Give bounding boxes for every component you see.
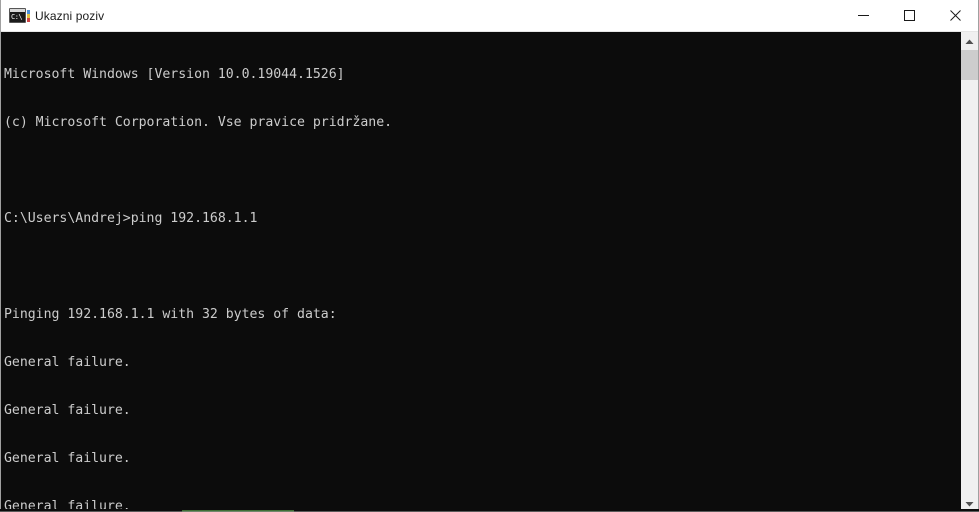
minimize-icon bbox=[857, 10, 869, 21]
scroll-up-button[interactable] bbox=[961, 32, 978, 49]
scroll-up-icon bbox=[965, 32, 974, 50]
minimize-button[interactable] bbox=[840, 0, 886, 31]
console-line: General failure. bbox=[4, 451, 131, 466]
window-titlebar[interactable]: C:\ Ukazni poziv bbox=[1, 0, 978, 32]
titlebar-left-group: C:\ Ukazni poziv bbox=[1, 0, 104, 31]
vertical-scrollbar[interactable] bbox=[960, 32, 978, 511]
close-icon bbox=[949, 10, 961, 21]
console-line: Microsoft Windows [Version 10.0.19044.15… bbox=[4, 67, 345, 82]
console-line-command: C:\Users\Andrej>ping 192.168.1.1 bbox=[4, 211, 258, 226]
console-line: General failure. bbox=[4, 355, 131, 370]
close-button[interactable] bbox=[932, 0, 978, 31]
scrollbar-thumb[interactable] bbox=[961, 50, 978, 80]
maximize-button[interactable] bbox=[886, 0, 932, 31]
console-line: Pinging 192.168.1.1 with 32 bytes of dat… bbox=[4, 307, 337, 322]
console-output[interactable]: Microsoft Windows [Version 10.0.19044.15… bbox=[1, 32, 960, 511]
command-prompt-window: C:\ Ukazni poziv Microsoft Windows [Vers… bbox=[0, 0, 979, 512]
scrollbar-track[interactable] bbox=[961, 49, 978, 494]
cmd-icon-glyph: C:\ bbox=[11, 13, 23, 21]
console-line: (c) Microsoft Corporation. Vse pravice p… bbox=[4, 115, 393, 130]
console-line: General failure. bbox=[4, 403, 131, 418]
window-controls bbox=[840, 0, 978, 31]
maximize-icon bbox=[903, 10, 915, 21]
console-text-block: Microsoft Windows [Version 10.0.19044.15… bbox=[4, 35, 960, 511]
cmd-console-icon: C:\ bbox=[9, 8, 30, 23]
window-title: Ukazni poziv bbox=[35, 8, 105, 23]
console-area: Microsoft Windows [Version 10.0.19044.15… bbox=[1, 32, 978, 511]
